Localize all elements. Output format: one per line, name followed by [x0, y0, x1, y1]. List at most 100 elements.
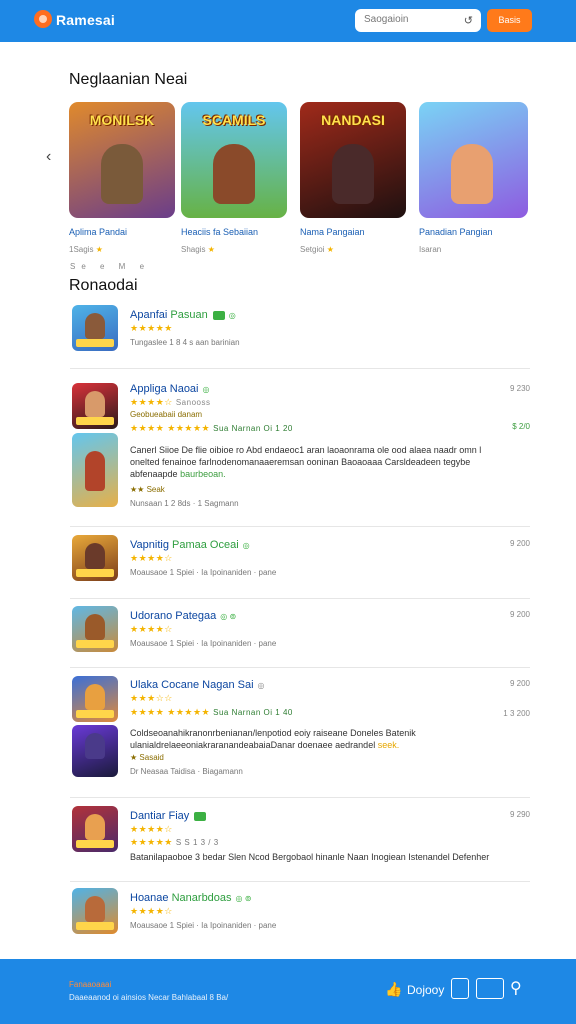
- list-item[interactable]: Vapnitig Pamaa Oceai ◎ 9 200 ★★★★☆ Moausa…: [70, 535, 530, 585]
- app-screenshot[interactable]: [72, 433, 118, 507]
- game-character-image: [85, 543, 105, 569]
- list-item-title[interactable]: Udorano Pategaa ◎ ⊚: [130, 610, 236, 622]
- search-icon[interactable]: ↺: [464, 14, 473, 27]
- rating-stars: ★★★☆☆: [130, 693, 173, 703]
- list-item[interactable]: Udorano Pategaa ◎ ⊚ 9 200 ★★★★☆ Moausaoe …: [70, 606, 530, 656]
- carousel-prev-icon[interactable]: ‹: [46, 148, 51, 166]
- item-price: 9 290: [509, 810, 530, 819]
- featured-card[interactable]: MONILSK Aplima Pandai 1Sagis ★: [69, 102, 175, 254]
- store-badge-icon[interactable]: [476, 978, 504, 999]
- rating-label: Sanooss: [175, 398, 211, 407]
- sale-line: ★ Sasaid: [130, 753, 164, 762]
- carousel-pager[interactable]: Se e M e: [70, 262, 150, 271]
- star-icon: ★: [95, 245, 103, 254]
- app-thumbnail[interactable]: [72, 888, 118, 934]
- item-title-text: Appliga Naoai: [130, 383, 199, 395]
- footer-text: Daaeaanod oi ainsios Necar Bahlabaal 8 B…: [69, 993, 229, 1002]
- sale-line: ★★ Seak: [130, 485, 165, 494]
- star-icon: ★: [207, 245, 215, 254]
- item-title-highlight: Nanarbdoas: [171, 892, 232, 904]
- app-thumbnail[interactable]: [72, 305, 118, 351]
- rating-stars: ★★★★☆: [130, 624, 173, 634]
- game-character-image: [101, 144, 143, 204]
- rating-stars: ★★★★☆: [130, 906, 173, 916]
- footer: Fanaaoaaai Daaeaanod oi ainsios Necar Ba…: [0, 959, 576, 1024]
- list-item[interactable]: Appliga Naoai ◎ 9 230 ★★★★☆ Sanooss Geobu…: [70, 381, 530, 511]
- item-description: Canerl Siioe De flie oibioe ro Abd endae…: [130, 444, 490, 480]
- card-name[interactable]: Nama Pangaian: [300, 227, 406, 237]
- card-name[interactable]: Aplima Pandai: [69, 227, 175, 237]
- app-thumbnail[interactable]: [72, 806, 118, 852]
- item-price-secondary: $ 2/0: [512, 422, 530, 431]
- app-icon[interactable]: [451, 978, 469, 999]
- card-name[interactable]: Heaciis fa Sebaiian: [181, 227, 287, 237]
- item-meta: Tungaslee 1 8 4 s aan barinian: [130, 338, 240, 347]
- verified-icon: ◎: [242, 540, 250, 550]
- recommended-section-title: Ronaodai: [69, 277, 138, 294]
- list-item[interactable]: Dantiar Fiay 9 290 ★★★★☆ ★★★★★ S S 1 3 /…: [70, 806, 530, 876]
- list-item[interactable]: Ulaka Cocane Nagan Sai ◎ 9 200 ★★★☆☆ ★★★★…: [70, 676, 530, 784]
- description-text: Coldseoanahikranonrbenianan/lenpotiod eo…: [130, 728, 416, 750]
- search-icon[interactable]: ⚲: [510, 978, 522, 998]
- brand-name[interactable]: Ramesai: [56, 12, 115, 28]
- game-character-image: [85, 896, 105, 922]
- featured-card-art[interactable]: MONILSK: [69, 102, 175, 218]
- search-input[interactable]: Saogaioin ↺: [355, 9, 481, 32]
- item-title-text: Hoanae: [130, 892, 169, 904]
- featured-card-art[interactable]: [419, 102, 528, 218]
- item-price: 9 230: [509, 384, 530, 393]
- divider: [70, 368, 530, 369]
- verified-icon: ◎ ⊚: [235, 893, 252, 903]
- footer-app-label[interactable]: Dojooy: [407, 983, 444, 997]
- item-meta: Moausaoe 1 Spiei · Ia Ipoinaniden · pane: [130, 921, 277, 930]
- card-name[interactable]: Panadian Pangian: [419, 227, 528, 237]
- list-item-title[interactable]: Vapnitig Pamaa Oceai ◎: [130, 539, 250, 551]
- header-action-button[interactable]: Basis: [487, 9, 532, 32]
- item-title-text: Apanfai: [130, 309, 168, 321]
- app-thumbnail[interactable]: [72, 676, 118, 722]
- card-meta-text: 1Sagis: [69, 245, 94, 254]
- featured-card[interactable]: NANDASI Nama Pangaian Setgioi ★: [300, 102, 406, 254]
- thumbnail-label: [76, 417, 114, 425]
- game-character-image: [85, 684, 105, 710]
- featured-section-title: Neglaanian Neai: [69, 71, 188, 88]
- footer-title[interactable]: Fanaaoaaai: [69, 980, 111, 989]
- item-price-secondary: 1 3 200: [503, 709, 530, 718]
- app-screenshot[interactable]: [72, 725, 118, 777]
- list-item-title[interactable]: Hoanae Nanarbdoas ◎ ⊚: [130, 892, 251, 904]
- featured-card-art[interactable]: SCAMILS: [181, 102, 287, 218]
- card-meta: Setgioi ★: [300, 245, 406, 254]
- game-character-image: [451, 144, 493, 204]
- list-item-title[interactable]: Dantiar Fiay: [130, 810, 207, 822]
- card-art-title: NANDASI: [321, 112, 385, 128]
- thumbnail-label: [76, 922, 114, 930]
- app-thumbnail[interactable]: [72, 383, 118, 429]
- list-item[interactable]: Hoanae Nanarbdoas ◎ ⊚ ★★★★☆ Moausaoe 1 Sp…: [70, 888, 530, 938]
- rating-stars: ★★★★☆ Sanooss: [130, 397, 211, 407]
- featured-card[interactable]: Panadian Pangian Isaran: [419, 102, 528, 254]
- verified-icon: ◎ ⊚: [220, 611, 237, 621]
- card-meta-text: Shagis: [181, 245, 206, 254]
- top-bar: Ramesai Saogaioin ↺ Basis: [0, 0, 576, 42]
- app-thumbnail[interactable]: [72, 535, 118, 581]
- list-item-title[interactable]: Ulaka Cocane Nagan Sai ◎: [130, 679, 265, 691]
- divider: [70, 598, 530, 599]
- game-character-image: [85, 733, 105, 759]
- featured-card[interactable]: SCAMILS Heaciis fa Sebaiian Shagis ★: [181, 102, 287, 254]
- app-thumbnail[interactable]: [72, 606, 118, 652]
- list-item[interactable]: Apanfai Pasuan ◎ ★★★★★ Tungaslee 1 8 4 s …: [70, 305, 530, 355]
- divider: [70, 526, 530, 527]
- rating-line: ★★★★★ S S 1 3 / 3: [130, 837, 219, 847]
- card-art-title: MONILSK: [89, 112, 155, 128]
- search-placeholder: Saogaioin: [364, 14, 409, 25]
- list-item-title[interactable]: Apanfai Pasuan ◎: [130, 309, 236, 321]
- item-meta: Dr Neasaa Taidisa · Biagamann: [130, 767, 243, 776]
- game-character-image: [85, 313, 105, 339]
- item-title-text: Udorano Pategaa: [130, 610, 217, 622]
- thumbs-up-icon[interactable]: 👍: [385, 981, 402, 998]
- featured-card-art[interactable]: NANDASI: [300, 102, 406, 218]
- list-item-title[interactable]: Appliga Naoai ◎: [130, 383, 209, 395]
- item-title-highlight: Pamaa Oceai: [172, 539, 239, 551]
- app-logo-icon[interactable]: [34, 10, 52, 28]
- rating-stars: ★★★★☆: [130, 824, 173, 834]
